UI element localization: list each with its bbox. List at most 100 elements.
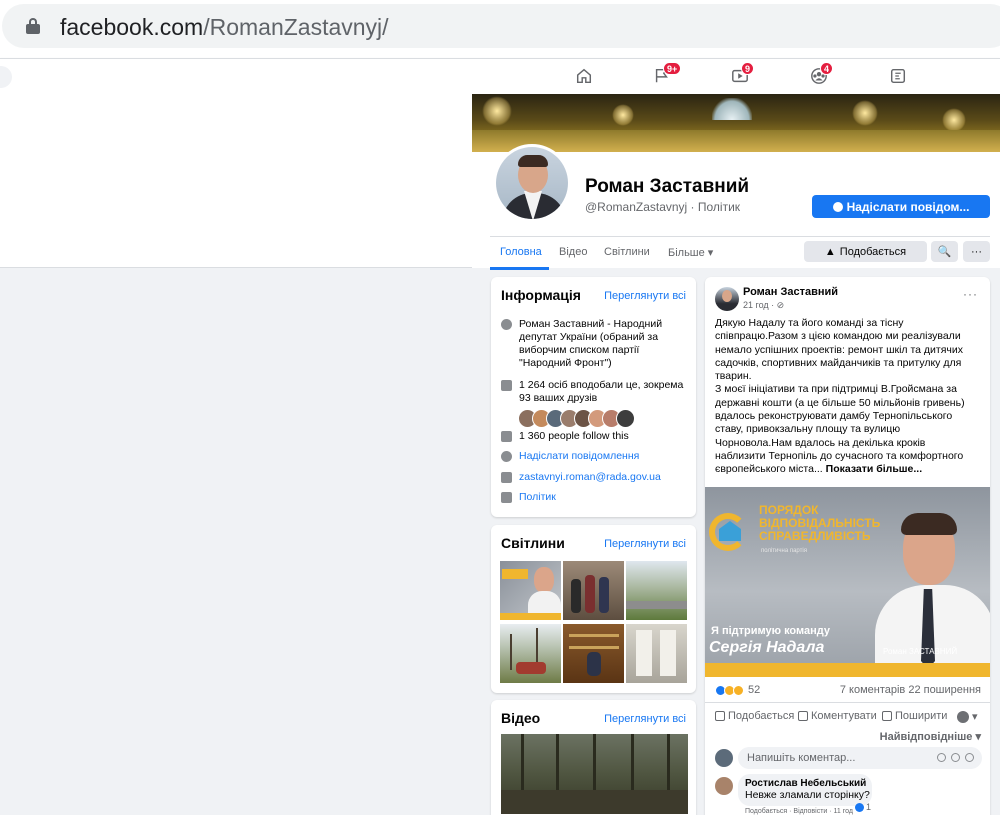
profile-avatar[interactable] [493,144,571,222]
reactions-summary[interactable]: 52 [715,684,760,696]
party-caption: політична партія [761,548,807,554]
email-icon [501,472,512,483]
comments-shares-count[interactable]: 7 коментарів 22 поширення [840,684,981,696]
watch-icon[interactable]: 9 [731,62,755,87]
thumbs-up-icon: ▲ [824,245,836,258]
cover-light [942,108,966,132]
photo-thumbnail[interactable] [563,624,624,683]
info-icon [501,319,512,330]
post-image[interactable]: ПОРЯДОК ВІДПОВІДАЛЬНІСТЬ СПРАВЕДЛИВІСТЬ … [705,487,990,677]
supported-name: Сергія Надала [709,639,825,656]
info-see-all-link[interactable]: Переглянути всі [604,290,686,302]
info-message-row[interactable]: Надіслати повідомлення [501,450,689,463]
cover-fountain [712,98,752,120]
browser-toolbar: facebook.com/RomanZastavnyj/ [0,0,1000,58]
gaming-icon[interactable] [889,67,909,87]
info-email-link[interactable]: zastavnyi.roman@rada.gov.ua [519,471,661,484]
info-likes-row: 1 264 осіб вподобали це, зокрема 93 ваши… [501,379,689,405]
comment-button[interactable]: Коментувати [798,710,877,722]
send-message-button[interactable]: Надіслати повідом... [812,195,990,218]
comment-meta[interactable]: Подобається · Відповісти · 11 год [745,808,853,815]
info-email-row[interactable]: zastavnyi.roman@rada.gov.ua [501,471,689,484]
profile-name[interactable]: Роман Заставний [585,176,749,198]
like-reaction-icon [855,802,864,812]
post-menu-button[interactable]: ··· [963,287,978,301]
post-author-avatar[interactable] [715,287,739,311]
comment-placeholder: Напишіть коментар... [747,752,856,764]
like-page-button[interactable]: ▲ Подобається [804,241,927,262]
videos-title: Відео [501,710,541,726]
camera-icon[interactable] [951,753,960,762]
address-bar[interactable]: facebook.com/RomanZastavnyj/ [2,4,1000,48]
cover-light [612,104,634,126]
video-thumbnail[interactable] [501,734,688,814]
info-send-message-link[interactable]: Надіслати повідомлення [519,450,639,463]
post-timestamp[interactable]: 21 год · ⊘ [743,300,784,311]
groups-icon[interactable]: 4 [810,62,834,87]
messenger-icon [501,451,512,462]
comment-text: Невже зламали сторінку? [745,789,870,801]
friend-avatars[interactable] [518,409,635,428]
post-as-selector[interactable]: ▾ [957,710,978,723]
photo-thumbnail[interactable] [626,624,687,683]
info-category-link[interactable]: Політик [519,491,556,504]
more-options-button[interactable]: ··· [963,241,990,262]
like-post-label: Подобається [728,710,795,722]
videos-see-all-link[interactable]: Переглянути всі [604,713,686,725]
tab-photos[interactable]: Світлини [604,246,650,258]
photo-thumbnail[interactable] [500,624,561,683]
info-category-row[interactable]: Політик [501,491,689,504]
photos-card: Світлини Переглянути всі [491,525,696,693]
comment-label: Коментувати [811,710,877,722]
tab-more[interactable]: Більше ▾ [668,246,713,259]
comment-author-avatar[interactable] [715,777,733,795]
wow-reaction-icon [733,684,744,696]
photo-thumbnail[interactable] [626,561,687,620]
home-icon[interactable] [575,67,595,87]
info-about-row: Роман Заставний - Народний депутат Украї… [501,318,689,370]
gif-icon[interactable] [965,753,974,762]
url-text[interactable]: facebook.com/RomanZastavnyj/ [60,14,389,41]
photo-thumbnail[interactable] [500,561,561,620]
friend-avatar[interactable] [616,409,635,428]
share-label: Поширити [895,710,948,722]
like-post-button[interactable]: Подобається [715,710,794,722]
comment-bubble: Ростислав Небельський Невже зламали стор… [738,774,872,806]
comment-sort-dropdown[interactable]: Найвідповідніше ▾ [880,730,981,743]
comment-author[interactable]: Ростислав Небельський [745,778,866,789]
cover-photo[interactable] [472,94,1000,152]
left-header-area [0,94,472,268]
post-author-name[interactable]: Роман Заставний [743,286,838,298]
search-field-edge[interactable] [0,66,12,88]
info-card: Інформація Переглянути всі Роман Заставн… [491,277,696,517]
photos-see-all-link[interactable]: Переглянути всі [604,538,686,550]
info-likes-text: 1 264 осіб вподобали це, зокрема 93 ваши… [519,379,684,404]
commenter-avatar[interactable] [715,749,733,767]
info-follows-row: 1 360 people follow this [501,430,689,443]
image-accent-bar [705,663,990,677]
cover-light [482,96,512,126]
search-page-button[interactable]: 🔍 [931,241,958,262]
more-dots-icon: ··· [971,245,982,258]
messenger-icon [832,201,843,212]
comment-like-count[interactable]: 1 [855,802,871,812]
info-about-text: Роман Заставний - Народний депутат Украї… [519,318,663,369]
post-text: Дякую Надалу та його команді за тісну сп… [715,317,965,476]
show-more-link[interactable]: Показати більше... [826,463,923,475]
follow-icon [501,431,512,442]
lock-icon[interactable] [26,18,40,34]
post-card: Роман Заставний 21 год · ⊘ ··· Дякую Над… [705,277,990,815]
tab-home[interactable]: Головна [500,246,542,258]
comment-input[interactable]: Напишіть коментар... [738,747,982,769]
tab-videos[interactable]: Відео [559,246,587,258]
category-icon [501,492,512,503]
thumbs-up-icon [501,380,512,391]
emoji-icon[interactable] [937,753,946,762]
pages-flag-icon[interactable]: 9+ [653,62,682,87]
share-button[interactable]: Поширити [882,710,947,722]
photo-thumbnail[interactable] [563,561,624,620]
groups-badge: 4 [820,62,834,75]
post-body: Дякую Надалу та його команді за тісну сп… [715,317,977,477]
post-actions-bar: Подобається Коментувати Поширити ▾ [705,702,990,728]
support-caption: Я підтримую команду [711,625,830,637]
